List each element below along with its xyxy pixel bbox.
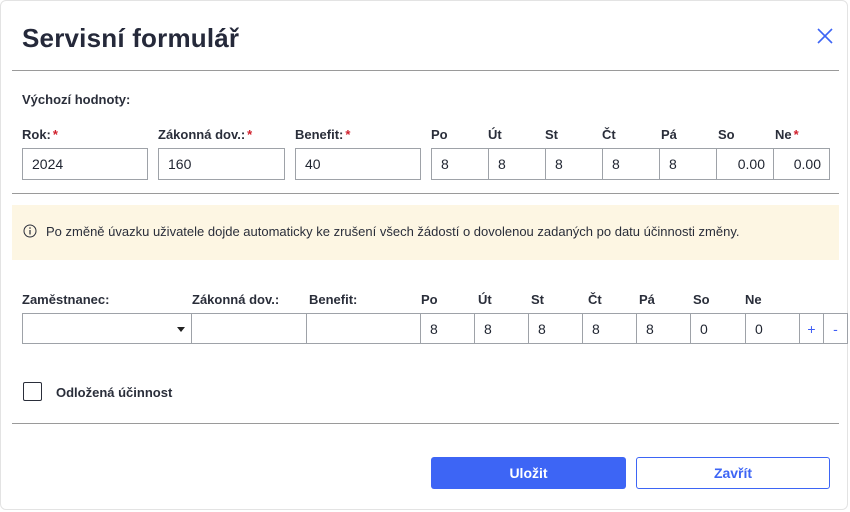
employee-day-label-ct: Čt — [588, 292, 602, 307]
service-form-dialog: Servisní formulář Výchozí hodnoty: Rok: *… — [0, 0, 848, 510]
save-button[interactable]: Uložit — [431, 457, 626, 489]
employee-day-label-so: So — [693, 292, 710, 307]
employee-day-label-st: St — [531, 292, 544, 307]
required-mark: * — [247, 127, 253, 142]
dialog-title: Servisní formulář — [22, 23, 240, 53]
remove-row-button[interactable]: - — [823, 313, 848, 344]
employee-select[interactable] — [22, 313, 192, 344]
employee-legal-leave-label: Zákonná dov.: — [192, 292, 280, 307]
close-form-button[interactable]: Zavřít — [636, 457, 830, 489]
deferred-effect-checkbox[interactable] — [23, 382, 42, 401]
caret-down-icon — [177, 327, 185, 332]
employee-day-label-ne: Ne — [745, 292, 762, 307]
info-text: Po změně úvazku uživatele dojde automati… — [46, 224, 740, 239]
default-day-label-pa: Pá — [661, 127, 677, 142]
employee-day-input-po[interactable]: 8 — [420, 313, 475, 344]
close-button[interactable] — [815, 26, 835, 46]
default-day-input-po[interactable]: 8 — [431, 148, 489, 180]
required-mark: * — [793, 127, 799, 142]
default-day-input-ct[interactable]: 8 — [602, 148, 660, 180]
required-mark: * — [52, 127, 58, 142]
employee-benefit-label: Benefit: — [309, 292, 358, 307]
benefit-label: Benefit: * — [295, 127, 351, 142]
add-row-button[interactable]: + — [799, 313, 824, 344]
employee-label: Zaměstnanec: — [22, 292, 110, 307]
default-day-input-ne[interactable]: 0.00 — [773, 148, 830, 180]
employee-day-label-ut: Út — [478, 292, 492, 307]
header-divider — [12, 70, 839, 71]
default-day-input-pa[interactable]: 8 — [659, 148, 717, 180]
default-day-label-so: So — [718, 127, 735, 142]
required-mark: * — [345, 127, 351, 142]
employee-day-label-pa: Pá — [639, 292, 655, 307]
info-icon — [23, 224, 37, 238]
employee-legal-leave-input[interactable] — [191, 313, 307, 344]
employee-day-input-ct[interactable]: 8 — [582, 313, 637, 344]
employee-day-input-ut[interactable]: 8 — [474, 313, 529, 344]
default-day-input-ut[interactable]: 8 — [488, 148, 546, 180]
year-input[interactable]: 2024 — [22, 148, 148, 180]
default-day-label-po: Po — [431, 127, 448, 142]
employee-day-input-ne[interactable]: 0 — [745, 313, 800, 344]
default-day-label-ut: Út — [488, 127, 502, 142]
default-day-input-st[interactable]: 8 — [545, 148, 603, 180]
legal-leave-label: Zákonná dov.: * — [158, 127, 253, 142]
info-notice: Po změně úvazku uživatele dojde automati… — [12, 205, 839, 260]
employee-benefit-input[interactable] — [306, 313, 421, 344]
employee-day-input-st[interactable]: 8 — [528, 313, 583, 344]
default-day-label-ct: Čt — [602, 127, 616, 142]
footer-divider — [12, 423, 839, 424]
defaults-section-label: Výchozí hodnoty: — [22, 92, 131, 107]
deferred-effect-label: Odložená účinnost — [56, 385, 173, 400]
default-day-input-so[interactable]: 0.00 — [716, 148, 774, 180]
employee-day-input-so[interactable]: 0 — [690, 313, 746, 344]
close-icon — [817, 28, 833, 44]
benefit-input[interactable]: 40 — [295, 148, 421, 180]
employee-day-label-po: Po — [421, 292, 438, 307]
legal-leave-input[interactable]: 160 — [158, 148, 285, 180]
default-day-label-st: St — [545, 127, 558, 142]
year-label: Rok: * — [22, 127, 58, 142]
employee-day-input-pa[interactable]: 8 — [636, 313, 691, 344]
defaults-divider — [12, 193, 839, 194]
default-day-label-ne: Ne * — [775, 127, 799, 142]
